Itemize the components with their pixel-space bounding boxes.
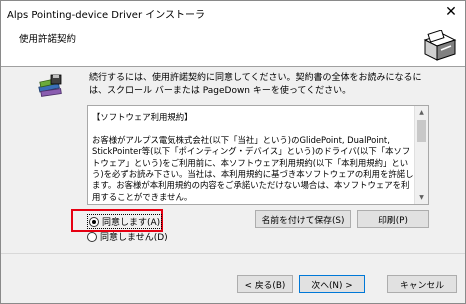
agree-radio-dot[interactable] xyxy=(89,216,99,227)
back-button[interactable]: < 戻る(B) xyxy=(237,275,293,293)
footer-divider xyxy=(1,253,465,254)
installer-box-icon xyxy=(423,30,457,61)
license-text: 【ソフトウェア利用規約】 お客様がアルプス電気株式会社(以下「当社」という)のG… xyxy=(92,112,414,202)
agree-radio-label: 同意します(A) xyxy=(102,218,161,228)
window-title: Alps Pointing-device Driver インストーラ xyxy=(7,10,206,21)
disagree-radio[interactable]: 同意しません(D) xyxy=(87,230,168,243)
intro-text: 続行するには、使用許諾契約に同意してください。契約書の全体をお読みになるには、ス… xyxy=(89,73,422,96)
scroll-down-icon[interactable]: ▼ xyxy=(415,191,428,204)
scroll-thumb[interactable] xyxy=(417,120,426,142)
disagree-radio-label: 同意しません(D) xyxy=(100,233,168,243)
cancel-button[interactable]: キャンセル xyxy=(387,275,457,293)
title-bar: Alps Pointing-device Driver インストーラ ✕ xyxy=(1,1,465,23)
save-as-button[interactable]: 名前を付けて保存(S) xyxy=(255,210,351,228)
disagree-radio-dot[interactable] xyxy=(87,231,97,242)
scroll-up-icon[interactable]: ▲ xyxy=(415,106,428,119)
page-title: 使用許諾契約 xyxy=(19,34,77,45)
agree-radio[interactable]: 同意します(A) xyxy=(87,214,163,229)
close-icon[interactable]: ✕ xyxy=(437,1,465,23)
license-scrollbar[interactable]: ▲ ▼ xyxy=(414,106,428,204)
books-disk-icon xyxy=(38,74,62,97)
print-button[interactable]: 印刷(P) xyxy=(357,210,429,228)
license-textbox[interactable]: 【ソフトウェア利用規約】 お客様がアルプス電気株式会社(以下「当社」という)のG… xyxy=(87,105,429,205)
next-button[interactable]: 次へ(N) > xyxy=(299,275,365,293)
installer-window: Alps Pointing-device Driver インストーラ ✕ 使用許… xyxy=(0,0,466,304)
wizard-header: 使用許諾契約 xyxy=(1,23,465,67)
